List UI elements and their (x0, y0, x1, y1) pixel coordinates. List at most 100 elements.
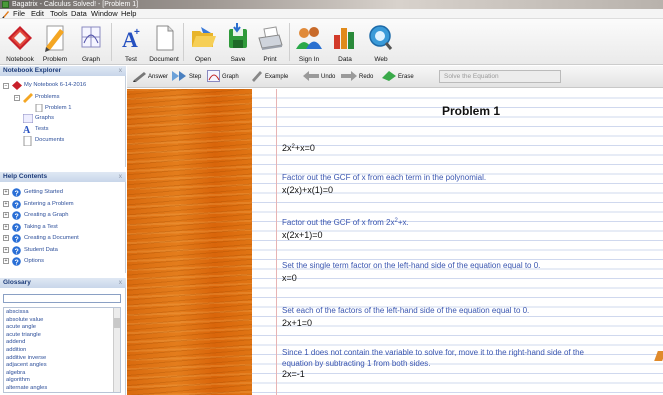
bar-chart-icon (334, 28, 354, 49)
glossary-scroll-thumb[interactable] (114, 318, 120, 328)
tree-expander[interactable]: + (3, 212, 9, 218)
tree-item-tests[interactable]: Tests (35, 126, 49, 132)
solve-equation-button[interactable]: Solve the Equation (439, 70, 561, 83)
notebook-explorer-close-button[interactable]: x (119, 66, 122, 76)
notebook-explorer-title: Notebook Explorer (3, 67, 62, 74)
help-item[interactable]: Student Data (24, 247, 58, 253)
undo-label: Undo (321, 74, 336, 80)
tree-expander[interactable]: + (3, 246, 9, 253)
glossary-item[interactable]: acute triangle (6, 332, 41, 338)
tree-expander[interactable]: + (3, 235, 9, 241)
test-button[interactable]: A + Test (113, 21, 149, 65)
svg-text:A: A (23, 125, 31, 134)
tree-expander[interactable]: − (3, 83, 9, 89)
help-question-icon: ? (12, 257, 21, 266)
step-explanation: Set the single term factor on the left-h… (282, 261, 541, 270)
data-button[interactable]: Data (327, 21, 363, 65)
equation-line: x(2x)+x(1)=0 (282, 185, 334, 195)
svg-text:?: ? (15, 248, 19, 255)
problem-label: Problem (42, 56, 68, 63)
notebook-icon (8, 26, 32, 50)
glossary-item[interactable]: algorithm (6, 377, 30, 383)
step-explanation: Since 1 does not contain the variable to… (282, 348, 584, 357)
data-label: Data (338, 56, 352, 63)
tree-item-problems[interactable]: Problems (35, 94, 59, 100)
glossary-item[interactable]: algebra (6, 370, 25, 376)
graph-icon (207, 70, 220, 83)
open-button[interactable]: Open (185, 21, 221, 65)
glossary-item[interactable]: acute angle (6, 324, 36, 330)
problem-button[interactable]: Problem (37, 21, 73, 65)
graph-button[interactable]: Graph (73, 21, 109, 65)
menu-edit[interactable]: Edit (31, 9, 44, 19)
sign-in-button[interactable]: Sign In (291, 21, 327, 65)
step-explanation: Set each of the factors of the left-hand… (282, 306, 530, 315)
redo-button[interactable]: Redo (340, 70, 373, 84)
menu-help[interactable]: Help (121, 9, 136, 19)
glossary-item[interactable]: addend (6, 339, 25, 345)
equation-line: 2x2+x=0 (282, 143, 315, 153)
web-button[interactable]: Web (363, 21, 399, 65)
help-item[interactable]: Getting Started (24, 189, 63, 195)
web-label: Web (374, 56, 388, 63)
glossary-search-input[interactable] (3, 294, 121, 303)
notebook-label: Notebook (6, 56, 34, 63)
help-item[interactable]: Creating a Document (24, 235, 79, 241)
tree-expander[interactable]: + (3, 258, 9, 264)
tree-expander[interactable]: + (3, 189, 9, 195)
undo-icon (303, 71, 319, 82)
help-item[interactable]: Creating a Graph (24, 212, 68, 218)
print-label: Print (263, 56, 277, 63)
tree-expander[interactable]: + (3, 200, 9, 207)
step-explanation: Factor out the GCF of x from 2x2+x. (282, 218, 409, 227)
help-contents-close-button[interactable]: x (119, 172, 122, 182)
undo-button[interactable]: Undo (302, 70, 335, 84)
glossary-item[interactable]: addition (6, 347, 26, 353)
notebook-explorer-panel: − My Notebook 6-14-2016 − Problems Probl… (0, 76, 126, 167)
graph-tool-label: Graph (222, 74, 239, 80)
graph-tool-button[interactable]: Graph (207, 70, 239, 84)
menu-data[interactable]: Data (71, 9, 87, 19)
step-icon (172, 71, 186, 82)
notebook-page: Problem 1 2x2+x=0 Factor out the GCF of … (252, 89, 663, 395)
document-icon (156, 25, 174, 51)
help-item[interactable]: Entering a Problem (24, 201, 74, 207)
help-item[interactable]: Options (24, 258, 44, 264)
svg-text:?: ? (15, 225, 19, 232)
glossary-item[interactable]: adjacent angles (6, 362, 47, 368)
tree-expander[interactable]: − (14, 95, 20, 101)
window-title: Bagatrix - Calculus Solved! - [Problem 1… (12, 1, 139, 8)
tree-item-my-notebook[interactable]: My Notebook 6-14-2016 (24, 82, 86, 88)
notebook-icon (12, 81, 22, 90)
document-button[interactable]: Document (146, 21, 182, 65)
step-button[interactable]: Step (172, 70, 201, 84)
help-question-icon: ? (12, 245, 21, 255)
tree-item-graphs[interactable]: Graphs (35, 115, 54, 121)
print-button[interactable]: Print (252, 21, 288, 65)
answer-button[interactable]: Answer (133, 70, 168, 84)
glossary-item[interactable]: additive inverse (6, 355, 46, 361)
help-item[interactable]: Taking a Test (24, 224, 58, 230)
help-contents-header: Help Contents x (0, 172, 126, 182)
glossary-item[interactable]: alternate angles (6, 385, 47, 391)
menu-file[interactable]: File (13, 9, 25, 19)
example-button[interactable]: Example (250, 70, 288, 84)
glossary-item[interactable]: absolute value (6, 317, 43, 323)
problem-icon (23, 93, 33, 103)
glossary-close-button[interactable]: x (119, 278, 122, 288)
tree-item-documents[interactable]: Documents (35, 137, 64, 143)
notebook-button[interactable]: Notebook (2, 21, 38, 65)
save-button[interactable]: Save (220, 21, 256, 65)
equation-line: x(2x+1)=0 (282, 230, 323, 240)
svg-text:?: ? (15, 237, 19, 244)
glossary-item[interactable]: abscissa (6, 309, 29, 315)
glossary-scrollbar[interactable] (113, 308, 120, 392)
redo-label: Redo (359, 74, 374, 80)
tree-expander[interactable]: + (3, 223, 9, 230)
graph-label: Graph (81, 56, 101, 63)
menu-window[interactable]: Window (91, 9, 118, 19)
erase-button[interactable]: Erase (381, 70, 414, 84)
svg-text:?: ? (15, 202, 19, 209)
tree-item-problem-1[interactable]: Problem 1 (45, 105, 71, 111)
menu-tools[interactable]: Tools (50, 9, 68, 19)
